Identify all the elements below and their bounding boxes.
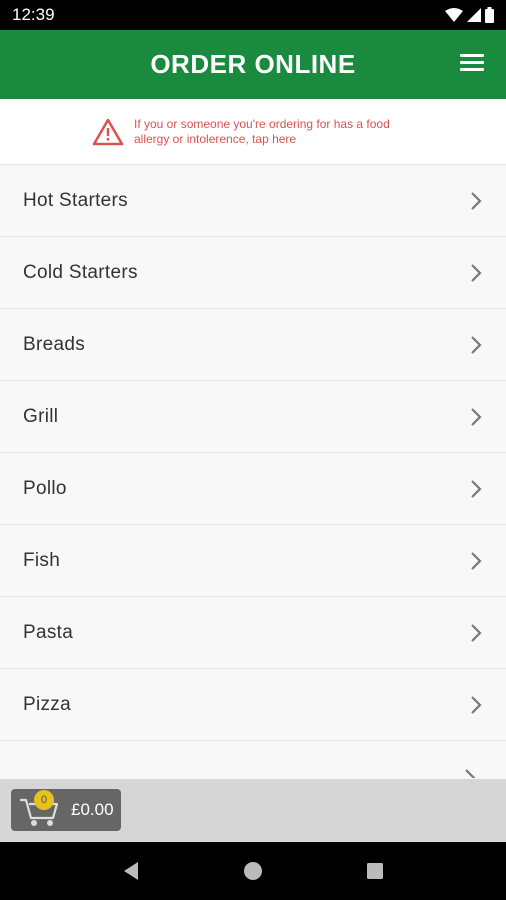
category-label: Pollo xyxy=(23,477,67,499)
app-header: ORDER ONLINE xyxy=(0,30,506,99)
back-icon[interactable] xyxy=(122,861,140,881)
recents-icon[interactable] xyxy=(366,862,384,880)
chevron-right-icon xyxy=(471,191,482,210)
allergy-notice-text: If you or someone you're ordering for ha… xyxy=(134,116,390,146)
category-label: Cold Starters xyxy=(23,261,138,283)
chevron-right-icon xyxy=(471,551,482,570)
cart-total: £0.00 xyxy=(71,800,114,819)
hamburger-menu-icon[interactable] xyxy=(460,54,484,74)
status-time: 12:39 xyxy=(12,5,55,24)
allergy-notice[interactable]: If you or someone you're ordering for ha… xyxy=(0,99,506,165)
category-label: Pasta xyxy=(23,621,74,643)
category-item-fish[interactable]: Fish xyxy=(0,525,506,597)
category-item-breads[interactable]: Breads xyxy=(0,309,506,381)
chevron-right-icon xyxy=(471,479,482,498)
chevron-right-icon xyxy=(471,407,482,426)
category-label: Breads xyxy=(23,333,86,355)
category-item-hot-starters[interactable]: Hot Starters xyxy=(0,165,506,237)
cart-bar: 0 £0.00 xyxy=(0,779,506,842)
category-item-pollo[interactable]: Pollo xyxy=(0,453,506,525)
warning-triangle-icon xyxy=(92,118,124,145)
category-item-cold-starters[interactable]: Cold Starters xyxy=(0,237,506,309)
status-icons xyxy=(445,7,494,23)
category-label: Grill xyxy=(23,405,59,427)
wifi-icon xyxy=(445,8,463,22)
status-bar: 12:39 xyxy=(0,0,506,30)
partial-chevron-right-icon xyxy=(464,768,476,778)
category-item-pasta[interactable]: Pasta xyxy=(0,597,506,669)
view-cart-button[interactable]: 0 £0.00 xyxy=(11,789,121,831)
category-label: Pizza xyxy=(23,693,71,715)
chevron-right-icon xyxy=(471,695,482,714)
category-item-pizza[interactable]: Pizza xyxy=(0,669,506,741)
category-list: Hot Starters Cold Starters Breads Grill … xyxy=(0,165,506,741)
category-label: Fish xyxy=(23,549,61,571)
page-title: ORDER ONLINE xyxy=(150,49,356,79)
category-label: Hot Starters xyxy=(23,189,128,211)
battery-icon xyxy=(485,7,494,23)
system-nav-bar xyxy=(0,842,506,900)
chevron-right-icon xyxy=(471,335,482,354)
shopping-cart-icon: 0 xyxy=(19,790,61,828)
cart-count-badge: 0 xyxy=(34,790,54,810)
category-item-grill[interactable]: Grill xyxy=(0,381,506,453)
signal-icon xyxy=(467,8,481,22)
home-icon[interactable] xyxy=(243,861,263,881)
chevron-right-icon xyxy=(471,263,482,282)
chevron-right-icon xyxy=(471,623,482,642)
